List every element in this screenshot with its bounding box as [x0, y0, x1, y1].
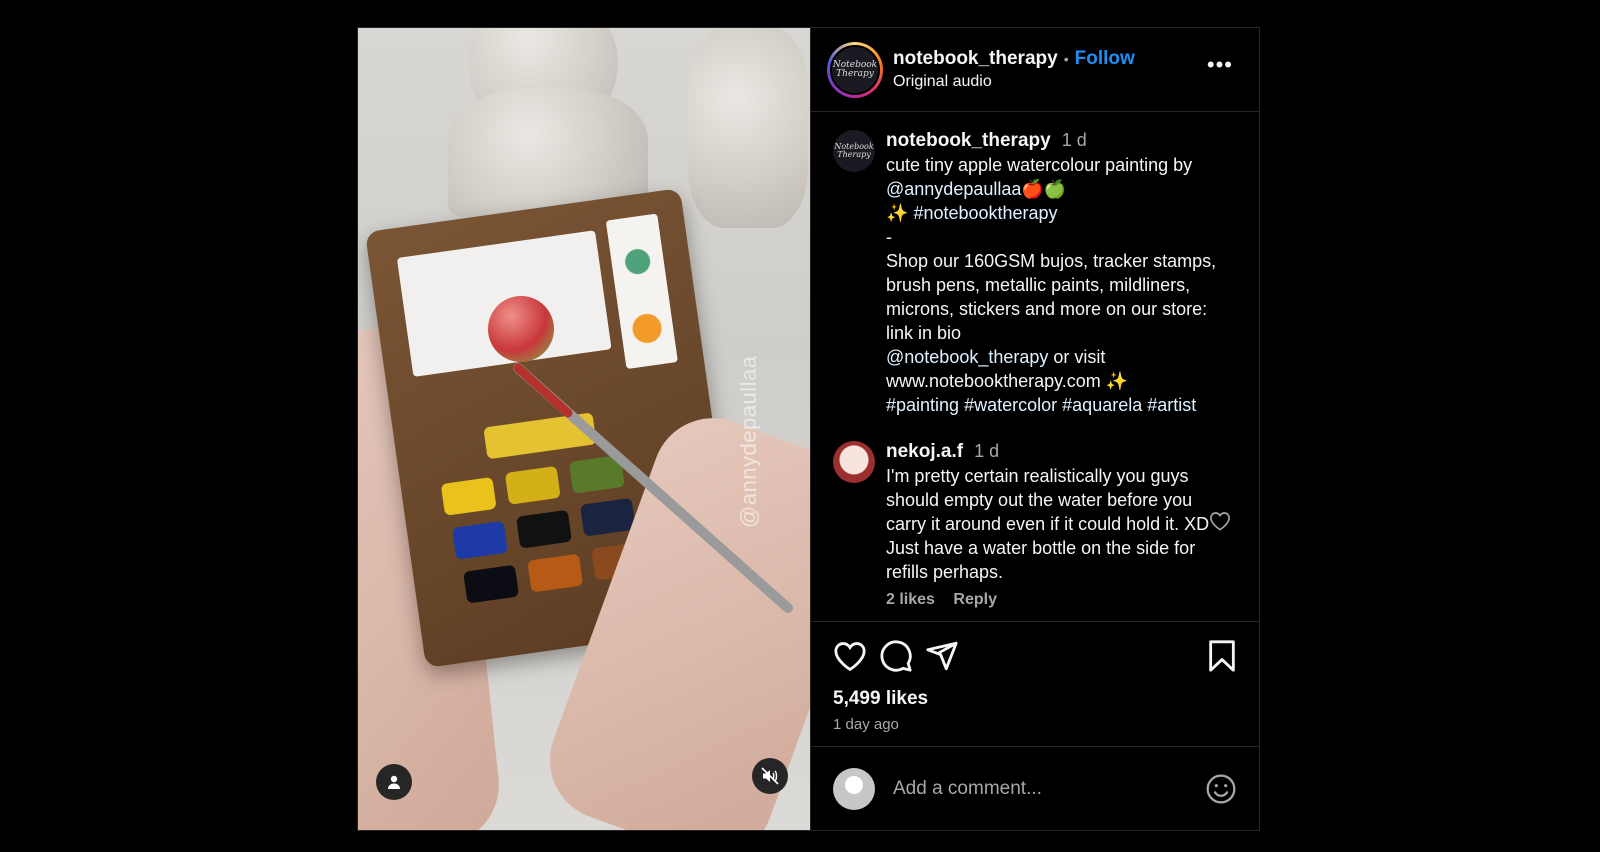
- post-actions: 5,499 likes 1 day ago: [811, 622, 1259, 733]
- caption-website: www.notebooktherapy.com ✨: [886, 371, 1129, 391]
- caption: Notebook Therapy notebook_therapy 1 d cu…: [833, 128, 1237, 417]
- caption-body-text: Shop our 160GSM bujos, tracker stamps, b…: [886, 251, 1217, 343]
- author-username[interactable]: notebook_therapy: [893, 48, 1058, 70]
- comment-meta: 2 likes Reply: [886, 588, 1226, 612]
- person-icon: [388, 775, 400, 789]
- add-comment-bar: [811, 746, 1259, 830]
- hashtag-link[interactable]: #watercolor: [964, 395, 1057, 415]
- current-user-avatar: [833, 767, 875, 810]
- caption-line3: ✨ #notebooktherapy: [886, 201, 1226, 225]
- follow-button[interactable]: Follow: [1075, 48, 1135, 70]
- caption-dash: -: [886, 227, 892, 247]
- mention-link[interactable]: @annydepaullaa: [886, 179, 1021, 199]
- comment-reply-button[interactable]: Reply: [953, 591, 997, 608]
- likes-count[interactable]: 5,499 likes: [833, 688, 1237, 710]
- post-header: Notebook Therapy notebook_therapy • Foll…: [811, 28, 1259, 112]
- post-modal: @annydepaullaa Notebook Therapy notebook…: [357, 27, 1260, 831]
- caption-line2: @annydepaullaa🍎🍏: [886, 177, 1226, 201]
- emoji-icon[interactable]: [1205, 773, 1237, 805]
- header-text: notebook_therapy • Follow Original audio: [893, 48, 1135, 91]
- action-icons: [833, 636, 1237, 676]
- caption-avatar[interactable]: Notebook Therapy: [833, 130, 875, 172]
- comment-avatar[interactable]: [833, 441, 875, 483]
- more-options-icon[interactable]: •••: [1207, 54, 1233, 76]
- comment-item: nekoj.a.f 1 d I'm pretty certain realist…: [833, 439, 1237, 612]
- hashtag-link[interactable]: #painting: [886, 395, 959, 415]
- paint-pan: [440, 476, 497, 516]
- comment-time[interactable]: 1 d: [974, 441, 999, 461]
- caption-line1: cute tiny apple watercolour painting by: [886, 155, 1193, 175]
- hashtag-link[interactable]: #artist: [1147, 395, 1196, 415]
- comment-text: I'm pretty certain realistically you guy…: [886, 466, 1210, 582]
- comment-like-icon[interactable]: [1209, 511, 1231, 531]
- comment-body: nekoj.a.f 1 d I'm pretty certain realist…: [886, 439, 1226, 612]
- mixing-well: [605, 213, 679, 370]
- hashtag-link[interactable]: #notebooktherapy: [913, 203, 1057, 223]
- caption-time[interactable]: 1 d: [1062, 130, 1087, 150]
- mute-button[interactable]: [752, 758, 788, 794]
- caption-hashtags: #painting #watercolor #aquarela #artist: [886, 393, 1226, 417]
- save-bookmark-icon[interactable]: [1207, 639, 1237, 673]
- apple-painting: [488, 296, 554, 362]
- comment-icon[interactable]: [879, 639, 913, 673]
- comment-input[interactable]: [893, 777, 1205, 800]
- sparkle-emoji: ✨: [886, 203, 909, 223]
- hashtag-link[interactable]: #aquarela: [1062, 395, 1142, 415]
- tagged-users-button[interactable]: [376, 764, 412, 800]
- speaker-muted-icon: [761, 767, 779, 785]
- caption-username[interactable]: notebook_therapy: [886, 130, 1051, 151]
- author-avatar-image: Notebook Therapy: [830, 44, 880, 95]
- post-video[interactable]: @annydepaullaa: [358, 28, 810, 830]
- comments-list[interactable]: Notebook Therapy notebook_therapy 1 d cu…: [811, 112, 1259, 622]
- video-watermark: @annydepaullaa: [736, 355, 761, 528]
- author-avatar[interactable]: Notebook Therapy: [827, 41, 883, 98]
- separator-dot: •: [1063, 51, 1069, 67]
- comment-username[interactable]: nekoj.a.f: [886, 441, 963, 462]
- paintbrush: [513, 363, 793, 613]
- caption-body: notebook_therapy 1 d cute tiny apple wat…: [886, 128, 1226, 417]
- header-line: notebook_therapy • Follow: [893, 48, 1135, 70]
- share-icon[interactable]: [925, 639, 959, 673]
- like-icon[interactable]: [833, 640, 867, 672]
- statue-right: [688, 28, 808, 228]
- caption-line-mention: @notebook_therapy or visit: [886, 345, 1226, 369]
- post-timestamp[interactable]: 1 day ago: [833, 716, 1237, 733]
- mention-link[interactable]: @notebook_therapy: [886, 347, 1048, 367]
- comment-likes[interactable]: 2 likes: [886, 591, 935, 608]
- audio-label[interactable]: Original audio: [893, 73, 1135, 91]
- caption-or-visit: or visit: [1048, 347, 1106, 367]
- apple-emoji: 🍎🍏: [1021, 179, 1067, 199]
- post-side-panel: Notebook Therapy notebook_therapy • Foll…: [810, 28, 1259, 830]
